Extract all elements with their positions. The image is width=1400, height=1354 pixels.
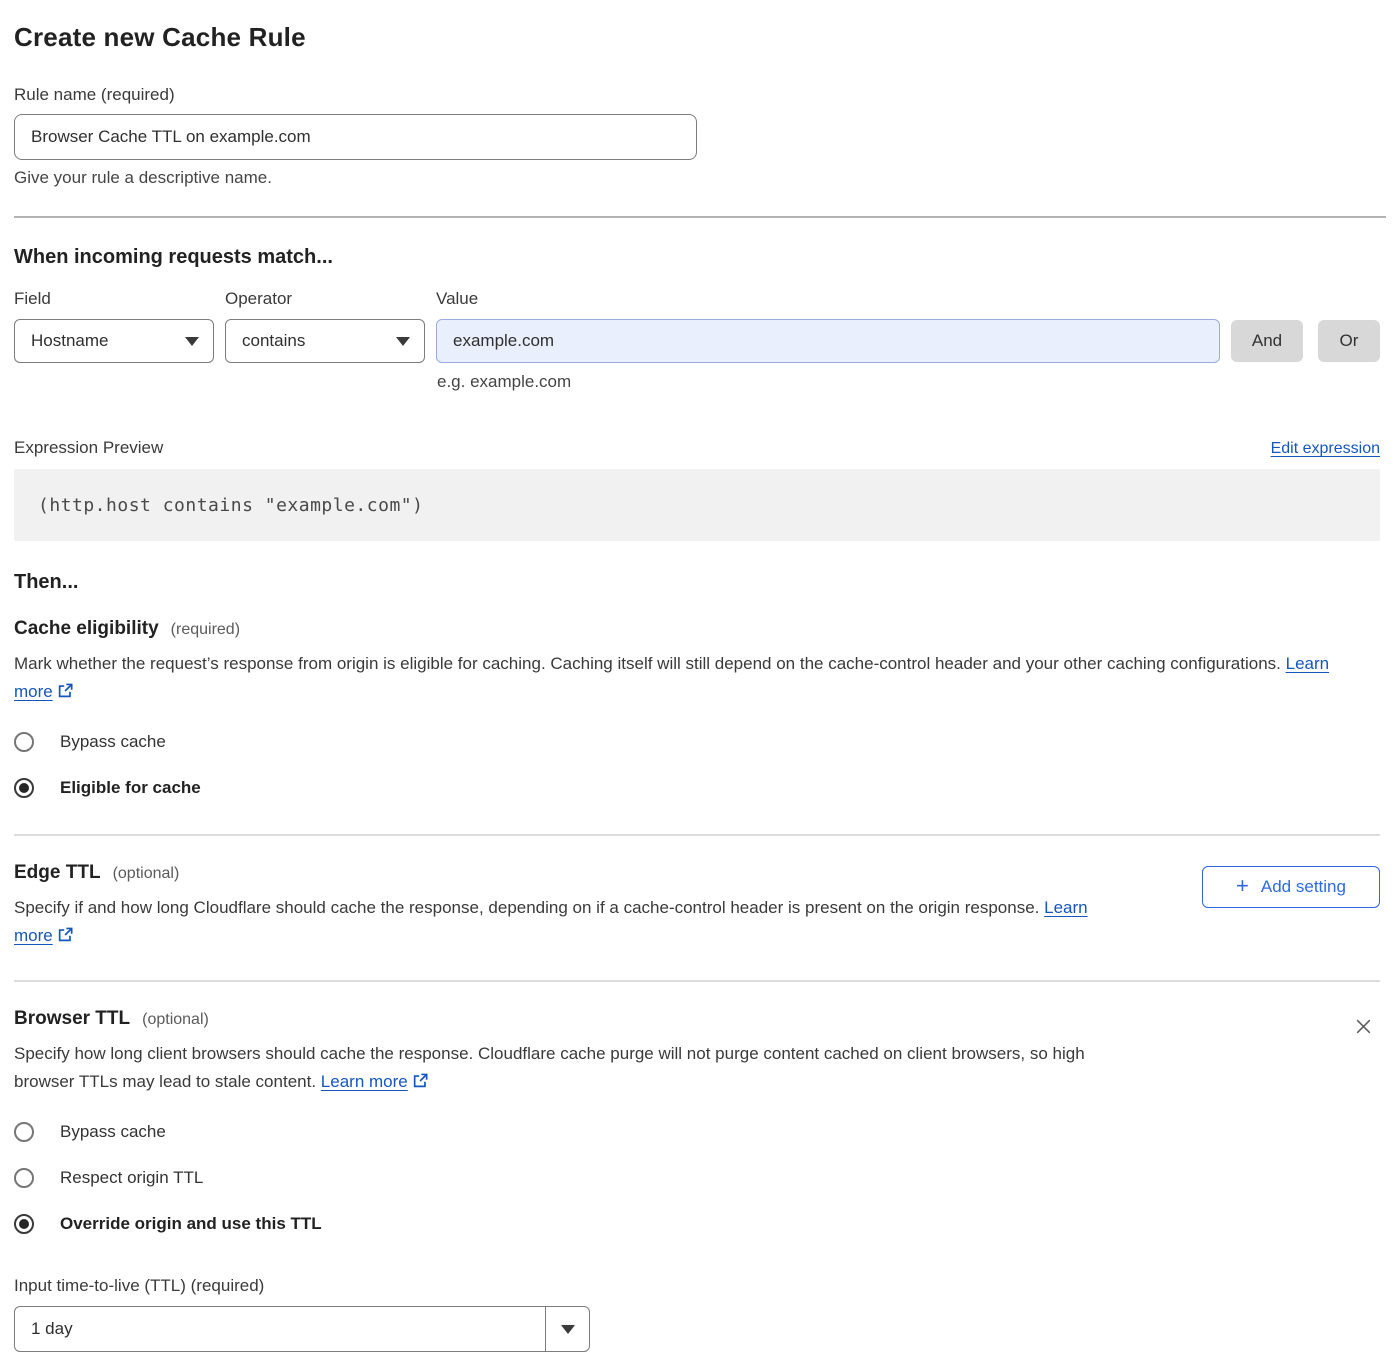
value-label: Value: [436, 289, 1220, 309]
browser-ttl-optional-tag: (optional): [142, 1011, 209, 1029]
chevron-down-icon: [561, 1325, 575, 1334]
radio-option-respect-origin-ttl[interactable]: Respect origin TTL: [14, 1168, 1380, 1188]
radio-option-eligible-for-cache[interactable]: Eligible for cache: [14, 778, 1380, 798]
edge-ttl-text-block: Edge TTL (optional) Specify if and how l…: [14, 862, 1114, 950]
value-help: e.g. example.com: [437, 372, 1380, 392]
close-icon: [1353, 1016, 1374, 1037]
browser-ttl-title: Browser TTL: [14, 1008, 130, 1030]
browser-ttl-description-text: Specify how long client browsers should …: [14, 1044, 1085, 1091]
edge-ttl-description-text: Specify if and how long Cloudflare shoul…: [14, 898, 1039, 917]
radio-label: Respect origin TTL: [60, 1168, 203, 1188]
divider: [14, 980, 1380, 982]
rule-name-label: Rule name (required): [14, 85, 1380, 105]
expression-code-block: (http.host contains "example.com"): [14, 469, 1380, 541]
edge-ttl-description: Specify if and how long Cloudflare shoul…: [14, 894, 1114, 950]
then-heading: Then...: [14, 571, 1380, 594]
page-title: Create new Cache Rule: [14, 22, 1380, 53]
edge-ttl-title: Edge TTL: [14, 862, 101, 884]
expression-preview-row: Expression Preview Edit expression: [14, 438, 1380, 458]
and-button[interactable]: And: [1231, 320, 1303, 362]
radio-option-browser-bypass-cache[interactable]: Bypass cache: [14, 1122, 1380, 1142]
browser-ttl-text-block: Browser TTL (optional) Specify how long …: [14, 1008, 1104, 1096]
ttl-input-label: Input time-to-live (TTL) (required): [14, 1276, 1380, 1296]
ttl-select-value: 1 day: [15, 1307, 545, 1351]
value-column: Value: [436, 289, 1220, 363]
radio-label: Override origin and use this TTL: [60, 1214, 322, 1234]
radio-icon[interactable]: [14, 1122, 34, 1142]
ttl-select[interactable]: 1 day: [14, 1306, 590, 1352]
edge-ttl-header: Edge TTL (optional) Specify if and how l…: [14, 862, 1380, 950]
operator-label: Operator: [225, 289, 425, 309]
browser-ttl-header: Browser TTL (optional) Specify how long …: [14, 1008, 1380, 1096]
operator-select-value: contains: [242, 331, 305, 351]
divider: [14, 834, 1380, 836]
radio-option-bypass-cache[interactable]: Bypass cache: [14, 732, 1380, 752]
radio-icon[interactable]: [14, 1168, 34, 1188]
edit-expression-link[interactable]: Edit expression: [1271, 440, 1380, 458]
cache-eligibility-title: Cache eligibility: [14, 618, 159, 640]
external-link-icon: [57, 682, 74, 699]
operator-select[interactable]: contains: [225, 319, 425, 363]
match-heading: When incoming requests match...: [14, 246, 1380, 269]
operator-column: Operator contains: [225, 289, 425, 363]
expression-preview-label: Expression Preview: [14, 438, 163, 458]
cache-eligibility-description: Mark whether the request’s response from…: [14, 650, 1350, 706]
edge-ttl-optional-tag: (optional): [113, 865, 180, 883]
divider: [14, 216, 1386, 218]
cache-eligibility-required-tag: (required): [171, 621, 240, 639]
radio-label: Bypass cache: [60, 1122, 166, 1142]
field-column: Field Hostname: [14, 289, 214, 363]
external-link-icon: [412, 1072, 429, 1089]
value-input[interactable]: [436, 319, 1220, 363]
rule-name-help: Give your rule a descriptive name.: [14, 168, 1380, 188]
browser-ttl-learn-more-link[interactable]: Learn more: [321, 1072, 408, 1091]
or-button[interactable]: Or: [1318, 320, 1380, 362]
browser-ttl-description: Specify how long client browsers should …: [14, 1040, 1104, 1096]
add-setting-label: Add setting: [1261, 877, 1346, 897]
ttl-select-arrow[interactable]: [545, 1307, 589, 1351]
match-row: Field Hostname Operator contains Value A…: [14, 289, 1380, 363]
chevron-down-icon: [396, 337, 410, 346]
field-select-value: Hostname: [31, 331, 108, 351]
chevron-down-icon: [185, 337, 199, 346]
remove-browser-ttl-button[interactable]: [1349, 1012, 1378, 1044]
edge-ttl-title-row: Edge TTL (optional): [14, 862, 1114, 884]
plus-icon: +: [1236, 875, 1249, 897]
rule-name-input[interactable]: [14, 114, 697, 160]
cache-eligibility-header: Cache eligibility (required): [14, 618, 1380, 640]
field-select[interactable]: Hostname: [14, 319, 214, 363]
radio-icon[interactable]: [14, 778, 34, 798]
radio-label: Bypass cache: [60, 732, 166, 752]
cache-eligibility-description-text: Mark whether the request’s response from…: [14, 654, 1281, 673]
external-link-icon: [57, 926, 74, 943]
browser-ttl-title-row: Browser TTL (optional): [14, 1008, 1104, 1030]
radio-label: Eligible for cache: [60, 778, 201, 798]
field-label: Field: [14, 289, 214, 309]
radio-icon[interactable]: [14, 1214, 34, 1234]
radio-option-override-origin-ttl[interactable]: Override origin and use this TTL: [14, 1214, 1380, 1234]
add-setting-button[interactable]: + Add setting: [1202, 866, 1380, 908]
radio-icon[interactable]: [14, 732, 34, 752]
